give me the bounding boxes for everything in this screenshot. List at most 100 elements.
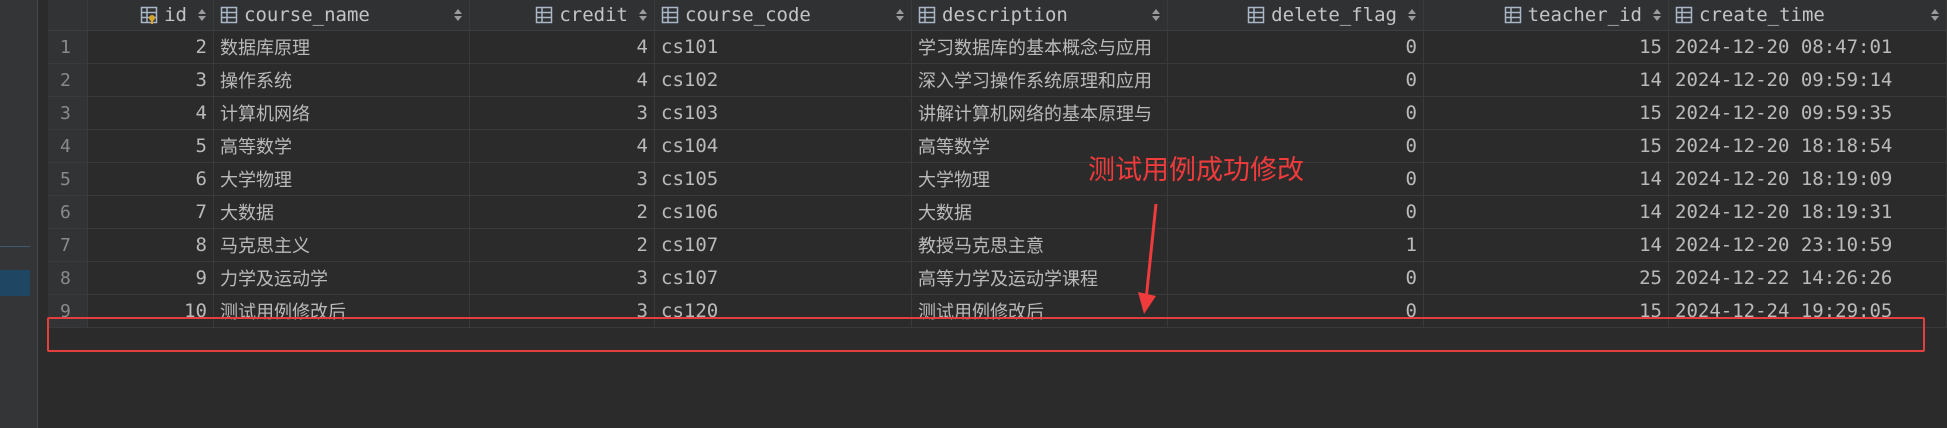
- cell-teacher-id[interactable]: 14: [1424, 64, 1669, 96]
- cell-course-name[interactable]: 大数据: [214, 196, 470, 228]
- cell-teacher-id[interactable]: 14: [1424, 196, 1669, 228]
- column-header-label: credit: [559, 4, 628, 26]
- table-row[interactable]: 4 5 高等数学 4 cs104 高等数学 0 15 2024-12-20 18:18:54: [48, 130, 1947, 163]
- column-header-course-code[interactable]: course_code: [655, 0, 912, 30]
- cell-credit[interactable]: 3: [470, 163, 655, 195]
- cell-course-code[interactable]: cs102: [655, 64, 912, 96]
- cell-course-name[interactable]: 数据库原理: [214, 31, 470, 63]
- sort-icon[interactable]: [1930, 8, 1940, 22]
- cell-teacher-id[interactable]: 15: [1424, 97, 1669, 129]
- column-header-description[interactable]: description: [912, 0, 1168, 30]
- cell-credit[interactable]: 4: [470, 64, 655, 96]
- column-header-label: course_code: [685, 4, 811, 26]
- cell-course-code[interactable]: cs103: [655, 97, 912, 129]
- cell-course-name[interactable]: 操作系统: [214, 64, 470, 96]
- column-header-teacher-id[interactable]: teacher_id: [1424, 0, 1669, 30]
- cell-course-code[interactable]: cs107: [655, 262, 912, 294]
- cell-course-code[interactable]: cs105: [655, 163, 912, 195]
- column-header-course-name[interactable]: course_name: [214, 0, 470, 30]
- cell-teacher-id[interactable]: 25: [1424, 262, 1669, 294]
- left-panel-edge: [0, 0, 38, 428]
- table-row[interactable]: 8 9 力学及运动学 3 cs107 高等力学及运动学课程 0 25 2024-12-22 14…: [48, 262, 1947, 295]
- table-row[interactable]: 6 7 大数据 2 cs106 大数据 0 14 2024-12-20 18:19:31: [48, 196, 1947, 229]
- cell-create-time[interactable]: 2024-12-20 08:47:01: [1669, 31, 1947, 63]
- row-number[interactable]: 3: [48, 97, 88, 129]
- row-number[interactable]: 6: [48, 196, 88, 228]
- cell-id[interactable]: 3: [88, 64, 214, 96]
- annotation-arrow-icon: [1138, 203, 1158, 314]
- column-header-credit[interactable]: credit: [470, 0, 655, 30]
- cell-credit[interactable]: 2: [470, 196, 655, 228]
- cell-credit[interactable]: 4: [470, 31, 655, 63]
- header-row: id course_name credit course_code descriptio…: [48, 0, 1947, 31]
- row-number[interactable]: 8: [48, 262, 88, 294]
- cell-create-time[interactable]: 2024-12-22 14:26:26: [1669, 262, 1947, 294]
- cell-teacher-id[interactable]: 14: [1424, 163, 1669, 195]
- cell-teacher-id[interactable]: 15: [1424, 31, 1669, 63]
- cell-description[interactable]: 深入学习操作系统原理和应用: [912, 64, 1168, 96]
- sort-icon[interactable]: [1652, 8, 1662, 22]
- cell-delete-flag[interactable]: 0: [1168, 97, 1424, 129]
- selected-tree-item[interactable]: [0, 270, 30, 296]
- table-row[interactable]: 1 2 数据库原理 4 cs101 学习数据库的基本概念与应用 0 15 2024-12-20 …: [48, 31, 1947, 64]
- highlight-box: [47, 317, 1925, 352]
- cell-course-name[interactable]: 大学物理: [214, 163, 470, 195]
- cell-delete-flag[interactable]: 0: [1168, 196, 1424, 228]
- column-header-label: create_time: [1699, 4, 1825, 26]
- cell-create-time[interactable]: 2024-12-20 18:18:54: [1669, 130, 1947, 162]
- cell-id[interactable]: 6: [88, 163, 214, 195]
- cell-credit[interactable]: 4: [470, 130, 655, 162]
- cell-description[interactable]: 学习数据库的基本概念与应用: [912, 31, 1168, 63]
- cell-course-name[interactable]: 计算机网络: [214, 97, 470, 129]
- cell-delete-flag[interactable]: 0: [1168, 64, 1424, 96]
- sort-icon[interactable]: [1407, 8, 1417, 22]
- cell-description[interactable]: 讲解计算机网络的基本原理与: [912, 97, 1168, 129]
- cell-id[interactable]: 2: [88, 31, 214, 63]
- cell-delete-flag[interactable]: 0: [1168, 31, 1424, 63]
- cell-id[interactable]: 5: [88, 130, 214, 162]
- cell-credit[interactable]: 2: [470, 229, 655, 261]
- table-row[interactable]: 3 4 计算机网络 3 cs103 讲解计算机网络的基本原理与 0 15 2024-12-20 …: [48, 97, 1947, 130]
- sort-icon[interactable]: [638, 8, 648, 22]
- cell-credit[interactable]: 3: [470, 262, 655, 294]
- row-number[interactable]: 7: [48, 229, 88, 261]
- cell-delete-flag[interactable]: 1: [1168, 229, 1424, 261]
- cell-course-name[interactable]: 马克思主义: [214, 229, 470, 261]
- cell-id[interactable]: 9: [88, 262, 214, 294]
- cell-delete-flag[interactable]: 0: [1168, 262, 1424, 294]
- cell-course-name[interactable]: 力学及运动学: [214, 262, 470, 294]
- table-row[interactable]: 5 6 大学物理 3 cs105 大学物理 0 14 2024-12-20 18:19:09: [48, 163, 1947, 196]
- table-row[interactable]: 2 3 操作系统 4 cs102 深入学习操作系统原理和应用 0 14 2024-12-20 0…: [48, 64, 1947, 97]
- cell-id[interactable]: 7: [88, 196, 214, 228]
- cell-create-time[interactable]: 2024-12-20 18:19:31: [1669, 196, 1947, 228]
- cell-create-time[interactable]: 2024-12-20 18:19:09: [1669, 163, 1947, 195]
- sort-icon[interactable]: [197, 8, 207, 22]
- column-header-label: id: [164, 4, 187, 26]
- column-header-delete-flag[interactable]: delete_flag: [1168, 0, 1424, 30]
- cell-course-code[interactable]: cs101: [655, 31, 912, 63]
- cell-id[interactable]: 8: [88, 229, 214, 261]
- cell-course-code[interactable]: cs107: [655, 229, 912, 261]
- row-number[interactable]: 5: [48, 163, 88, 195]
- cell-create-time[interactable]: 2024-12-20 23:10:59: [1669, 229, 1947, 261]
- column-header-id[interactable]: id: [88, 0, 214, 30]
- cell-teacher-id[interactable]: 14: [1424, 229, 1669, 261]
- cell-teacher-id[interactable]: 15: [1424, 130, 1669, 162]
- column-icon: [536, 6, 553, 24]
- row-number[interactable]: 1: [48, 31, 88, 63]
- sort-icon[interactable]: [895, 8, 905, 22]
- cell-credit[interactable]: 3: [470, 97, 655, 129]
- sort-icon[interactable]: [453, 8, 463, 22]
- cell-course-code[interactable]: cs104: [655, 130, 912, 162]
- column-header-create-time[interactable]: create_time: [1669, 0, 1947, 30]
- sort-icon[interactable]: [1151, 8, 1161, 22]
- cell-create-time[interactable]: 2024-12-20 09:59:14: [1669, 64, 1947, 96]
- cell-id[interactable]: 4: [88, 97, 214, 129]
- cell-create-time[interactable]: 2024-12-20 09:59:35: [1669, 97, 1947, 129]
- cell-course-code[interactable]: cs106: [655, 196, 912, 228]
- table-row[interactable]: 7 8 马克思主义 2 cs107 教授马克思主意 1 14 2024-12-20 23:10:…: [48, 229, 1947, 262]
- row-number[interactable]: 2: [48, 64, 88, 96]
- column-header-label: delete_flag: [1271, 4, 1397, 26]
- row-number[interactable]: 4: [48, 130, 88, 162]
- cell-course-name[interactable]: 高等数学: [214, 130, 470, 162]
